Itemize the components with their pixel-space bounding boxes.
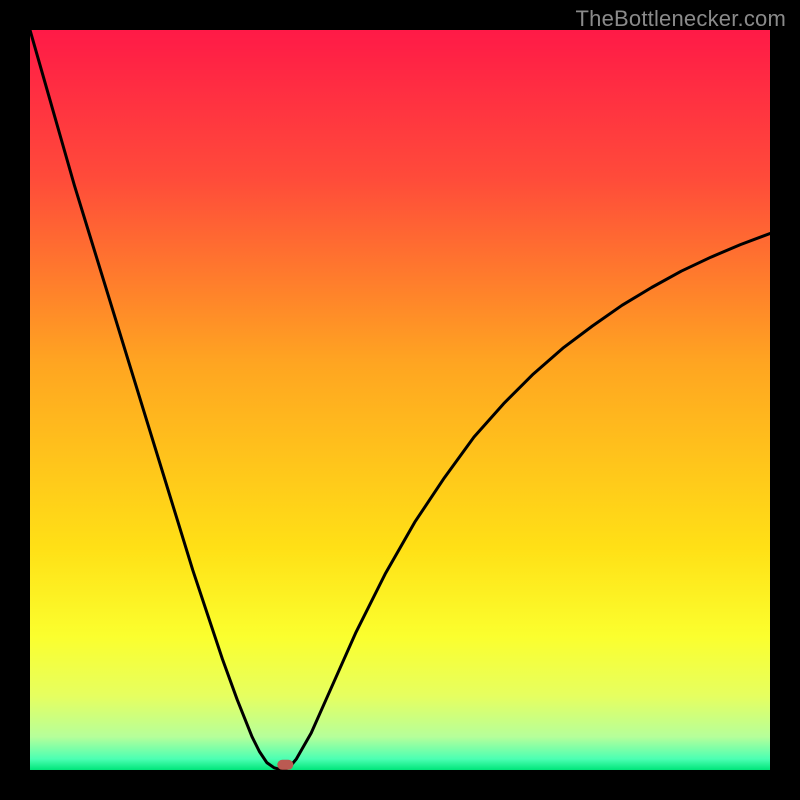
chart-svg [30,30,770,770]
watermark-text: TheBottlenecker.com [576,6,786,32]
trough-marker [277,760,293,770]
plot-area [30,30,770,770]
chart-frame: TheBottlenecker.com [0,0,800,800]
